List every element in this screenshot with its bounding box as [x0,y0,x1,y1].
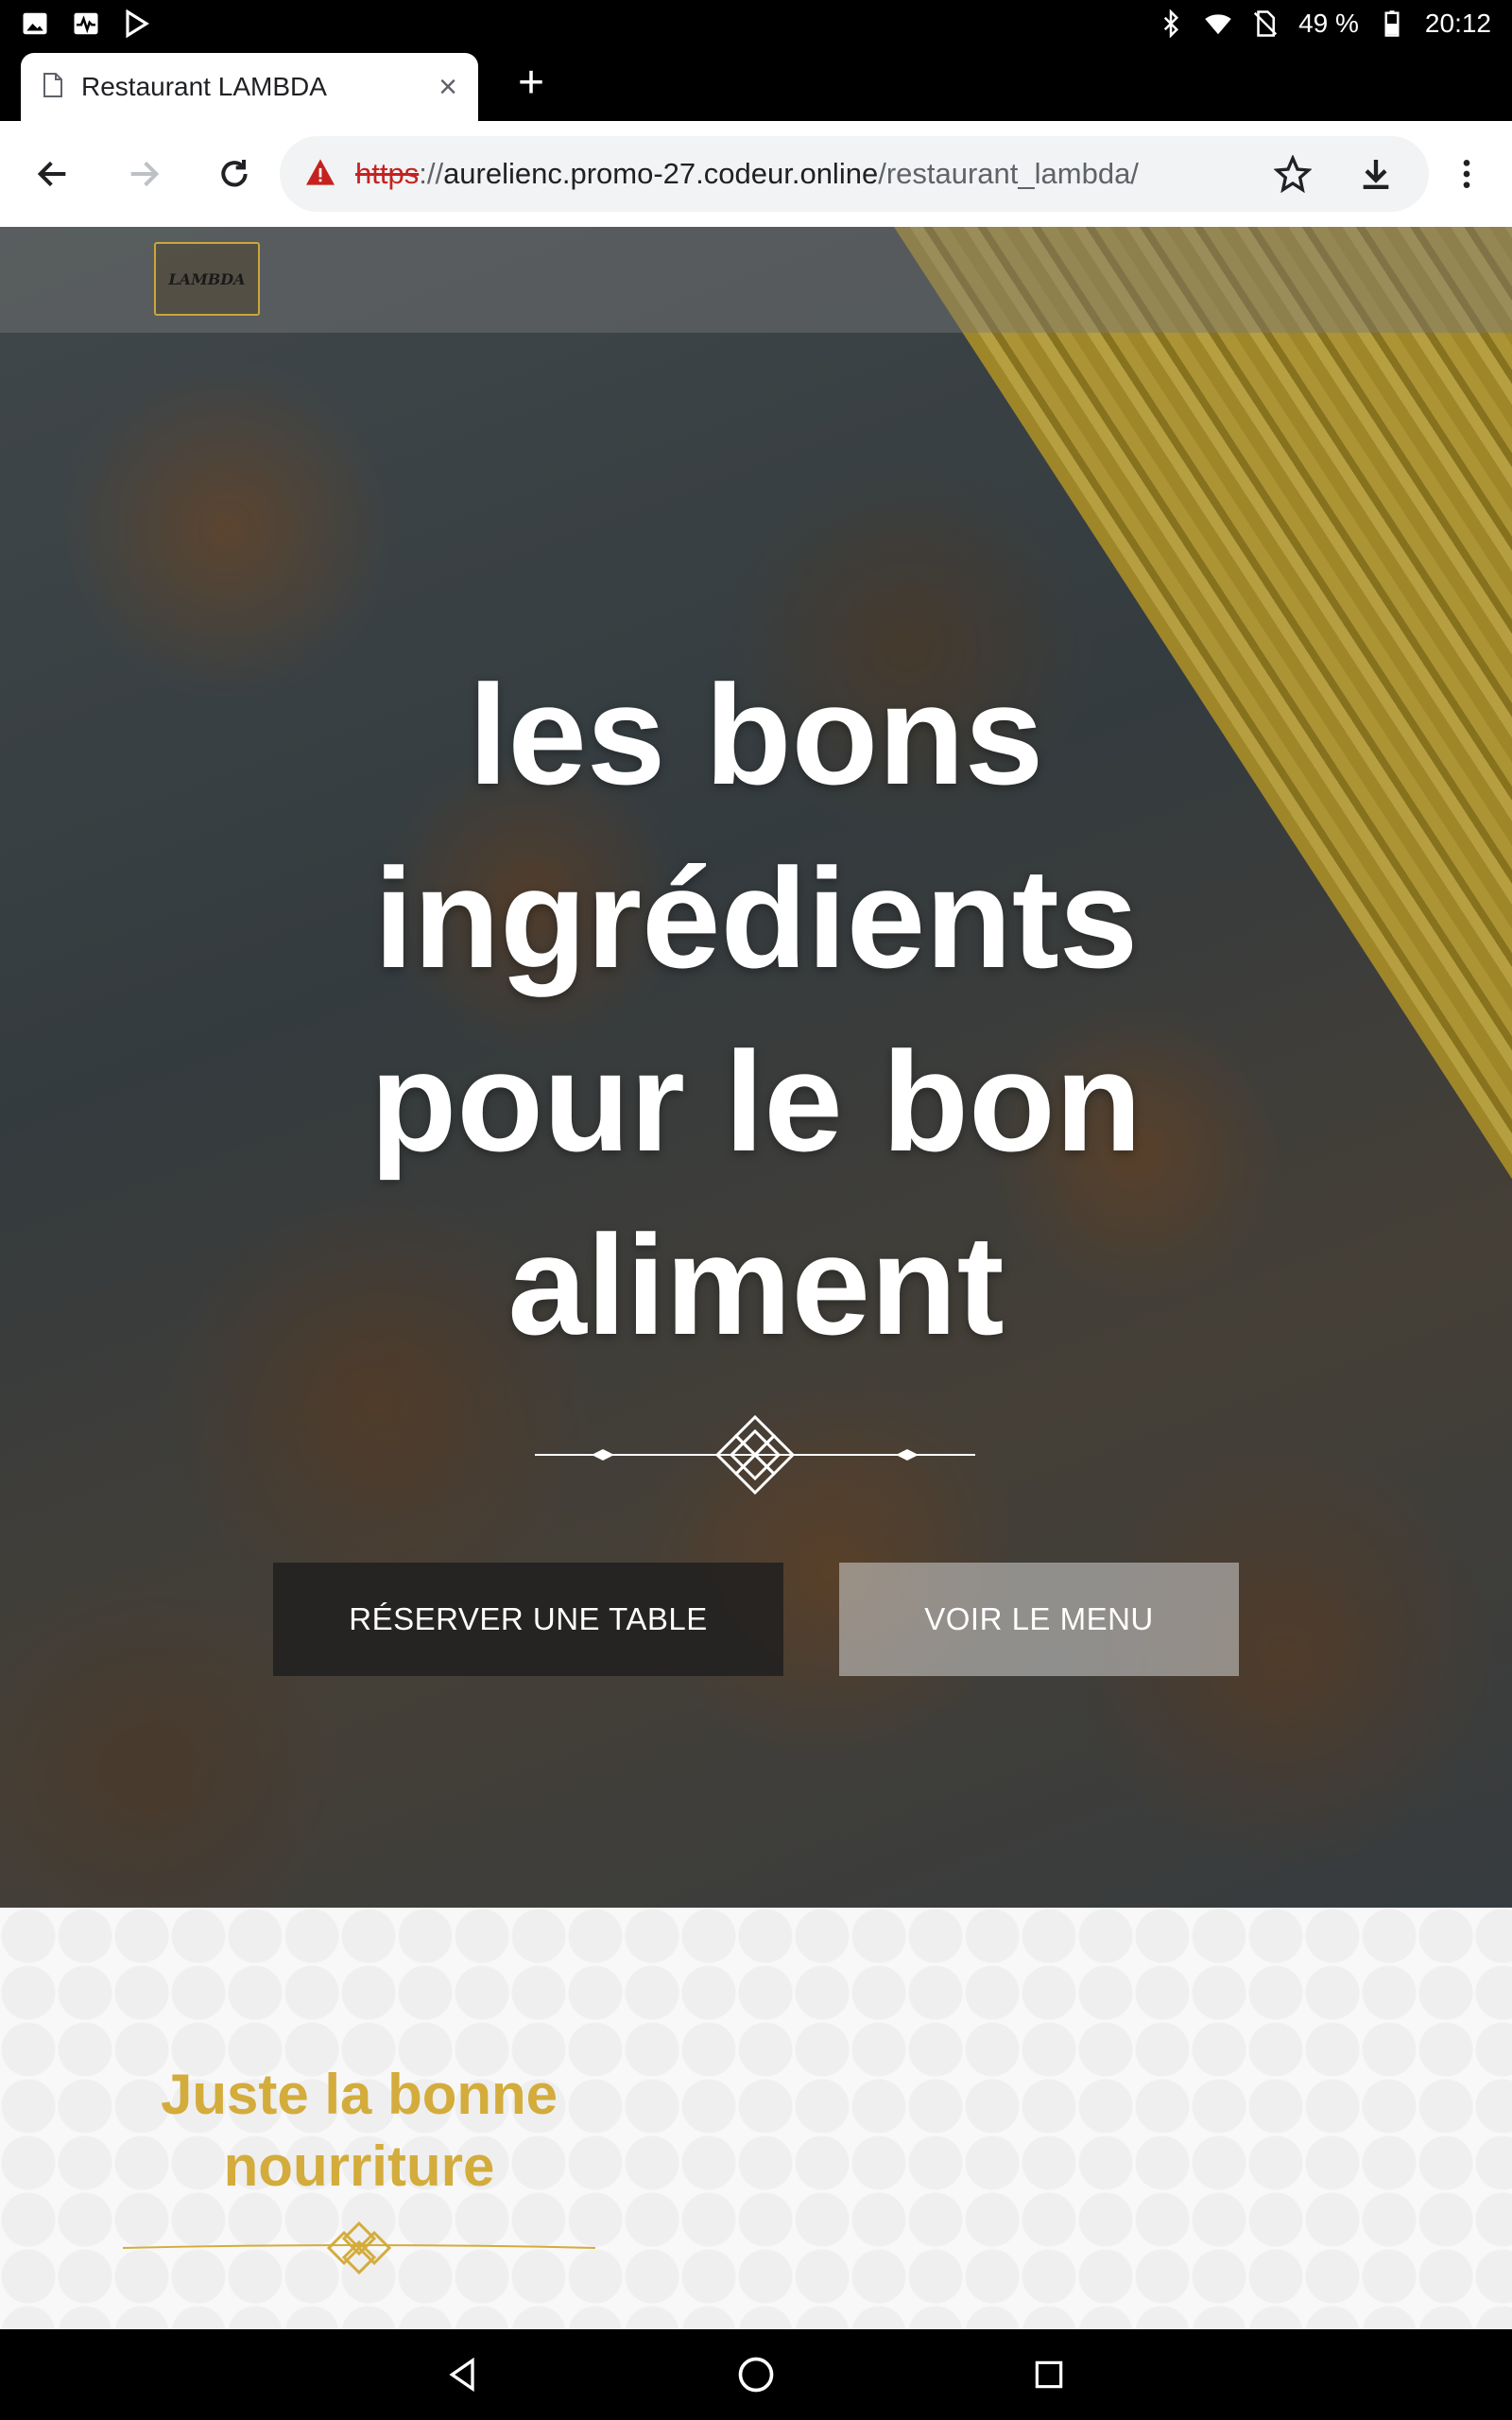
reload-icon[interactable] [208,147,261,200]
new-tab-icon[interactable]: + [510,60,552,106]
nav-back-icon[interactable] [435,2346,491,2403]
android-nav-bar [0,2329,1512,2420]
gallery-icon [21,9,49,38]
view-menu-button[interactable]: VOIR LE MENU [839,1563,1239,1676]
tab-title: Restaurant LAMBDA [81,72,327,101]
logo-text: LAMBDA [168,269,246,288]
ornament-divider-icon [535,1414,975,1495]
forward-icon[interactable] [117,147,170,200]
url-host: aurelienc.promo-27.codeur.online [443,157,879,190]
tab-strip: Restaurant LAMBDA × + [0,47,1512,121]
address-bar[interactable]: https://aurelienc.promo-27.codeur.online… [280,136,1429,212]
url-separator: :// [419,157,444,190]
play-store-icon [123,9,151,39]
hero-section: LAMBDA les bons ingrédients pour le bon … [0,227,1512,1908]
reserve-table-button[interactable]: RÉSERVER UNE TABLE [273,1563,783,1676]
url-text[interactable]: https://aurelienc.promo-27.codeur.online… [355,157,1139,191]
bookmark-star-icon[interactable] [1268,147,1317,200]
no-sim-icon [1251,9,1280,38]
section-title: Juste la bonne nourriture [160,2063,558,2198]
browser-tab[interactable]: Restaurant LAMBDA × [21,53,478,121]
back-icon[interactable] [26,147,79,200]
page-viewport[interactable]: LAMBDA les bons ingrédients pour le bon … [0,227,1512,2329]
browser-toolbar: https://aurelienc.promo-27.codeur.online… [0,121,1512,228]
close-tab-icon[interactable]: × [438,71,457,103]
gold-ornament-icon [123,2221,595,2275]
logo[interactable]: LAMBDA [154,242,260,316]
nav-recents-icon[interactable] [1021,2346,1077,2403]
status-bar: 49 % 20:12 [0,0,1512,47]
nav-home-icon[interactable] [728,2346,784,2403]
more-menu-icon[interactable] [1440,147,1493,200]
download-icon[interactable] [1351,147,1400,200]
site-header: LAMBDA [0,227,1512,333]
battery-percent: 49 % [1298,9,1359,38]
security-warning-icon[interactable] [304,158,336,191]
page-icon [42,72,64,103]
activity-icon [72,9,100,38]
bluetooth-icon [1157,9,1185,39]
intro-section: Juste la bonne nourriture [0,1908,1512,2329]
battery-icon [1378,9,1406,38]
url-scheme: https [355,157,420,190]
clock: 20:12 [1424,9,1491,38]
url-path: /restaurant_lambda/ [878,157,1139,190]
wifi-icon [1204,9,1232,38]
hero-title: les bons ingrédients pour le bon aliment [369,655,1143,1364]
